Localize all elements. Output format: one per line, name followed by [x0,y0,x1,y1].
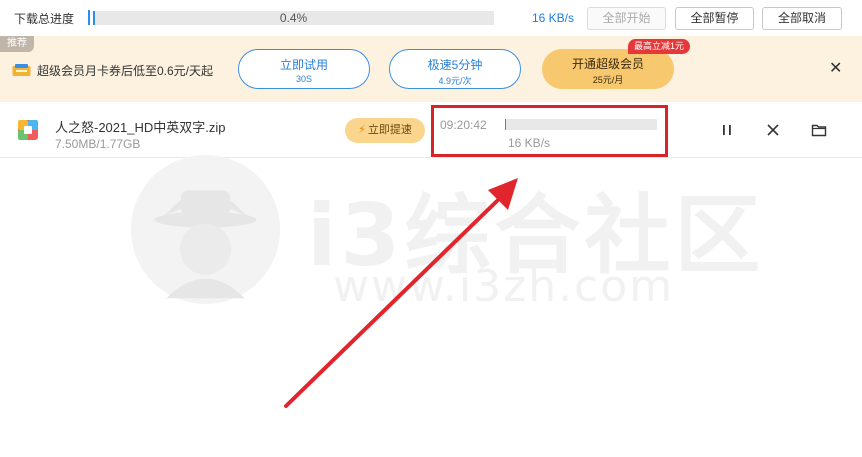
lightning-icon: ⚡ [358,124,366,136]
total-progress-label: 下载总进度 [14,12,75,26]
coupon-icon [12,64,31,76]
total-speed: 16 KB/s [531,11,574,25]
speed-5min-button[interactable]: 极速5分钟 4.9元/次 [389,49,521,89]
trial-button-label: 立即试用 [279,58,328,72]
total-progress-bar: 0.4% [93,11,494,25]
start-all-button[interactable]: 全部开始 [587,7,666,30]
boost-button[interactable]: ⚡ 立即提速 [345,118,425,143]
promo-text: 超级会员月卡券后低至0.6元/天起 [37,64,214,78]
total-progress-text: 0.4% [279,11,308,25]
recommend-tag: 推荐 [0,36,34,52]
download-toolbar: 下载总进度 0.4% 16 KB/s 全部开始 全部暂停 全部取消 [0,0,862,36]
vip-promo-banner: 推荐 超级会员月卡券后低至0.6元/天起 立即试用 30S 极速5分钟 4.9元… [0,36,862,102]
boost-button-label: 立即提速 [367,124,412,136]
annotation-highlight-box [431,105,668,157]
download-task-row[interactable]: 人之怒-2021_HD中英双字.zip 7.50MB/1.77GB ⚡ 立即提速 … [0,102,862,158]
file-name: 人之怒-2021_HD中英双字.zip [55,120,226,135]
progress-divider [88,10,90,25]
discount-badge: 最高立减1元 [628,39,691,54]
speed-5min-sub: 4.9元/次 [438,76,472,86]
speed-5min-label: 极速5分钟 [427,58,483,72]
zip-archive-icon [18,120,38,140]
open-vip-button[interactable]: 开通超级会员 25元/月 [542,49,674,89]
folder-icon[interactable] [811,122,827,138]
pause-icon[interactable] [719,122,735,138]
file-size: 7.50MB/1.77GB [55,137,141,151]
pause-all-button[interactable]: 全部暂停 [675,7,754,30]
watermark: i3综合社区 www.i3zh.com [127,151,760,312]
open-vip-label: 开通超级会员 [571,57,644,71]
cancel-all-button[interactable]: 全部取消 [762,7,842,30]
trial-button-sub: 30S [295,74,312,84]
watermark-url: www.i3zh.com [333,261,675,312]
detective-logo-icon [130,154,281,305]
close-icon[interactable]: ✕ [829,61,842,77]
close-icon[interactable] [765,122,781,138]
trial-button[interactable]: 立即试用 30S [238,49,370,89]
open-vip-sub: 25元/月 [592,75,624,85]
